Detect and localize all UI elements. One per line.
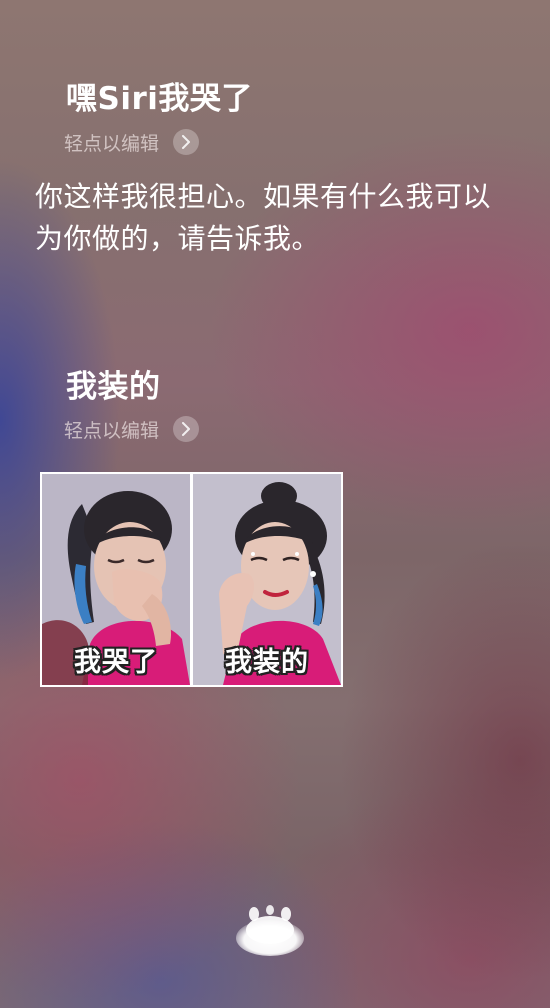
siri-orb-icon[interactable]: [232, 900, 308, 960]
chevron-right-icon[interactable]: [173, 129, 200, 155]
first-edit-link[interactable]: 轻点以编辑: [64, 128, 200, 156]
second-query-text: 我装的: [66, 369, 161, 405]
meme-image[interactable]: 我哭了 我装的: [40, 472, 343, 687]
first-edit-hint: 轻点以编辑: [64, 132, 160, 155]
meme-caption-left: 我哭了: [74, 647, 158, 678]
meme-panel-crying: 我哭了: [42, 474, 190, 685]
siri-response-text: 你这样我很担心。如果有什么我可以为你做的，请告诉我。: [35, 180, 492, 255]
chevron-right-icon[interactable]: [173, 416, 200, 442]
meme-panel-pretending: 我装的: [193, 474, 341, 685]
first-query-text: 嘿Siri我哭了: [66, 81, 253, 117]
second-edit-hint: 轻点以编辑: [64, 419, 160, 442]
meme-caption-right: 我装的: [225, 647, 309, 678]
second-edit-link[interactable]: 轻点以编辑: [64, 415, 200, 443]
